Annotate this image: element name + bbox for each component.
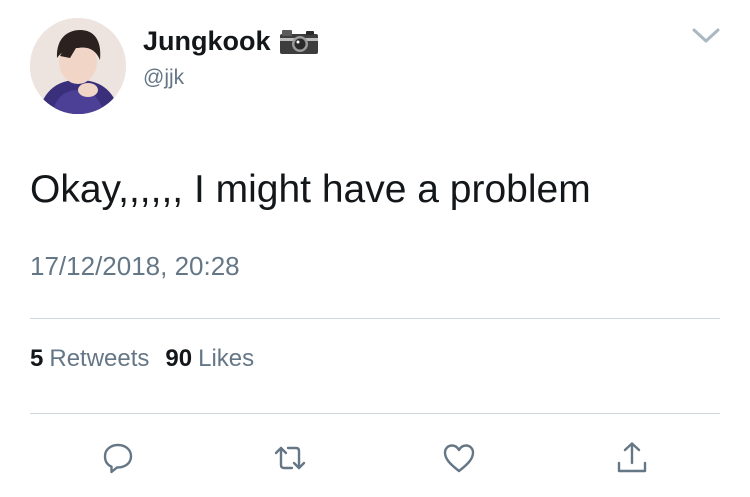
likes-stat[interactable]: 90 Likes [165, 343, 254, 375]
tweet-timestamp: 17/12/2018, 20:28 [30, 251, 240, 281]
chevron-down-icon[interactable] [688, 22, 724, 48]
retweets-count: 5 [30, 345, 44, 372]
camera-icon [279, 29, 319, 55]
tweet-stats: 5 Retweets 90 Likes [30, 343, 254, 375]
retweets-label: Retweets [49, 345, 150, 372]
tweet-text: Okay,,,,,, I might have a problem [30, 168, 591, 211]
author-display-name[interactable]: Jungkook [143, 24, 271, 58]
likes-count: 90 [165, 345, 193, 372]
share-icon[interactable] [614, 440, 650, 476]
retweet-icon[interactable] [272, 440, 308, 476]
like-icon[interactable] [441, 440, 477, 476]
avatar[interactable] [30, 18, 126, 114]
reply-icon[interactable] [100, 440, 136, 476]
retweets-stat[interactable]: 5 Retweets [30, 343, 149, 375]
likes-label: Likes [198, 345, 255, 372]
author-name-row: Jungkook [143, 24, 319, 58]
author-handle[interactable]: @jjk [143, 64, 184, 92]
divider [30, 318, 720, 319]
avatar-image [30, 18, 126, 114]
divider [30, 413, 720, 414]
